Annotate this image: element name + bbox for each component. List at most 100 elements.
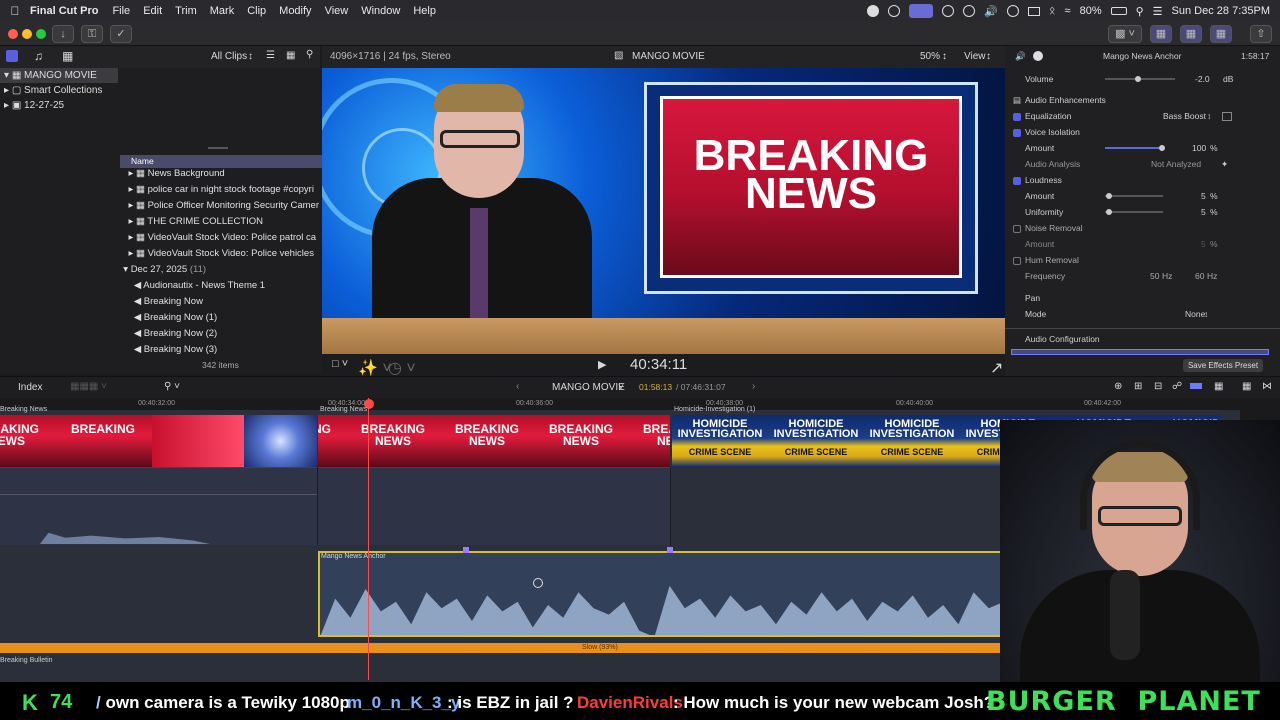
battery-icon[interactable] bbox=[1110, 7, 1127, 15]
voice-amount-slider[interactable] bbox=[1105, 147, 1163, 149]
menu-window[interactable]: Window bbox=[361, 5, 400, 17]
list-view-icon[interactable]: ☰ bbox=[266, 50, 275, 61]
timeline-index-toggle-icon[interactable]: ▦ bbox=[1242, 381, 1251, 392]
info-icon[interactable] bbox=[1006, 5, 1019, 17]
clock[interactable]: Sun Dec 28 7:35PM bbox=[1172, 5, 1270, 17]
freq-50-value[interactable]: 50 bbox=[1150, 268, 1159, 284]
loudness-knob[interactable] bbox=[1106, 193, 1112, 199]
library-item-mango-movie[interactable]: ▾ ▦ MANGO MOVIE bbox=[0, 68, 118, 83]
transform-icon[interactable]: □ ˅ bbox=[332, 358, 348, 370]
scroll-indicator[interactable] bbox=[208, 147, 228, 149]
clip-appearance-toggle-icon[interactable]: ▦ bbox=[1214, 381, 1223, 392]
hum-removal-checkbox[interactable] bbox=[1013, 252, 1025, 268]
enhance-icon[interactable]: ✨ ˅ bbox=[358, 358, 392, 378]
list-item[interactable]: ◀ Breaking Now bbox=[118, 294, 322, 310]
workspace-button[interactable]: ▩ ˅ bbox=[1108, 25, 1142, 43]
group-header[interactable]: ▾ Dec 27, 2025 (11) bbox=[118, 262, 322, 278]
fullscreen-icon[interactable]: ↗ bbox=[990, 358, 1003, 378]
connect-icon[interactable]: ⊕ bbox=[1114, 381, 1122, 392]
clip-audio-lane[interactable] bbox=[0, 467, 670, 545]
uniformity-slider[interactable] bbox=[1105, 211, 1163, 213]
save-effects-preset-button[interactable]: Save Effects Preset bbox=[1183, 359, 1263, 372]
freq-60-value[interactable]: 60 bbox=[1195, 268, 1204, 284]
loudness-checkbox[interactable] bbox=[1013, 172, 1025, 188]
voice-amount-knob[interactable] bbox=[1159, 145, 1165, 151]
menu-modify[interactable]: Modify bbox=[279, 5, 311, 17]
noise-amount-value[interactable]: 5 bbox=[1201, 236, 1206, 252]
list-icon[interactable] bbox=[942, 5, 955, 17]
view-menu[interactable]: View bbox=[964, 51, 986, 62]
uniformity-knob[interactable] bbox=[1106, 209, 1112, 215]
view-chevron-icon[interactable]: ↕ bbox=[986, 51, 991, 62]
volume-value[interactable]: -2.0 bbox=[1195, 71, 1210, 87]
menu-file[interactable]: File bbox=[112, 5, 130, 17]
zoom-tool-icon[interactable]: ⚲ ˅ bbox=[164, 381, 180, 392]
project-chevron-icon[interactable]: ˅ bbox=[618, 382, 624, 393]
list-item[interactable]: ◀ Breaking Now (2) bbox=[118, 326, 322, 342]
menu-view[interactable]: View bbox=[325, 5, 349, 17]
show-browser-button[interactable]: ▦ bbox=[1150, 25, 1172, 43]
library-item-smart-collections[interactable]: ▸ ▢ Smart Collections bbox=[0, 83, 118, 98]
loudness-amount-value[interactable]: 5 bbox=[1201, 188, 1206, 204]
edit-tools-icon[interactable]: ▦▦▦ ˅ bbox=[70, 381, 107, 392]
list-item[interactable]: ▸ ▦ VideoVault Stock Video: Police patro… bbox=[118, 230, 322, 246]
anchor-audio-clip[interactable]: Mango News Anchor bbox=[318, 551, 1078, 637]
bluetooth-icon[interactable]: ᛟ bbox=[1049, 5, 1056, 17]
timeline-ruler[interactable]: 00:40:32:00 00:40:34:00 00:40:36:00 00:4… bbox=[0, 398, 1240, 410]
filter-chevron-icon[interactable]: ↕ bbox=[248, 51, 253, 62]
playhead-line[interactable] bbox=[368, 398, 369, 680]
forward-arrow-icon[interactable]: › bbox=[752, 381, 755, 392]
list-item[interactable]: ◀ Audionautix - News Theme 1 bbox=[118, 278, 322, 294]
insert-icon[interactable]: ⊞ bbox=[1134, 381, 1142, 392]
titles-icon[interactable]: ▦ bbox=[62, 49, 73, 63]
video-clip-breaking-news-1[interactable]: BREAKING NEWS BREAKING bbox=[0, 415, 317, 467]
display-icon[interactable] bbox=[1027, 6, 1040, 16]
audio-meters-icon[interactable]: ⋈ bbox=[1262, 381, 1272, 392]
list-item[interactable]: ▸ ▦ News Background bbox=[118, 166, 322, 182]
anchor-clip-marker[interactable] bbox=[463, 547, 469, 553]
back-arrow-icon[interactable]: ‹ bbox=[516, 381, 519, 392]
magic-wand-icon[interactable]: ✦ bbox=[1221, 156, 1228, 172]
zoom-chevron-icon[interactable]: ↕ bbox=[942, 51, 947, 62]
list-item[interactable]: ▸ ▦ police car in night stock footage #c… bbox=[118, 182, 322, 198]
anchor-clip-marker[interactable] bbox=[667, 547, 673, 553]
append-icon[interactable]: ⊟ bbox=[1154, 381, 1162, 392]
viewer-canvas[interactable]: BREAKING NEWS bbox=[322, 68, 1005, 354]
control-center-icon[interactable]: ☰ bbox=[1153, 5, 1163, 18]
minimize-button[interactable] bbox=[22, 29, 32, 39]
libraries-icon[interactable] bbox=[6, 50, 18, 62]
zoom-dropdown[interactable]: 50% bbox=[920, 51, 940, 62]
search-icon[interactable]: ⚲ bbox=[1136, 5, 1144, 18]
list-item[interactable]: ▸ ▦ Police Officer Monitoring Security C… bbox=[118, 198, 322, 214]
menu-edit[interactable]: Edit bbox=[143, 5, 162, 17]
headphones-icon[interactable]: ☍ bbox=[1172, 381, 1182, 392]
clip-filter-dropdown[interactable]: All Clips bbox=[211, 51, 247, 62]
close-button[interactable] bbox=[8, 29, 18, 39]
noise-removal-checkbox[interactable] bbox=[1013, 220, 1025, 236]
sync-icon[interactable] bbox=[888, 5, 901, 17]
equalization-dropdown[interactable]: Bass Boost bbox=[1163, 108, 1206, 124]
library-item-event[interactable]: ▸ ▣ 12-27-25 bbox=[0, 98, 118, 113]
list-item[interactable]: ▸ ▦ VideoVault Stock Video: Police vehic… bbox=[118, 246, 322, 262]
equalization-checkbox[interactable] bbox=[1013, 108, 1025, 124]
control-center-highlight-icon[interactable] bbox=[909, 4, 934, 18]
list-item[interactable]: ◀ Breaking Now (3) bbox=[118, 342, 322, 358]
audio-volume-line[interactable] bbox=[0, 494, 318, 495]
menu-clip[interactable]: Clip bbox=[247, 5, 266, 17]
timeline-index-button[interactable]: Index bbox=[18, 382, 42, 393]
loudness-slider[interactable] bbox=[1105, 195, 1163, 197]
list-item[interactable]: ◀ Breaking Now (1) bbox=[118, 310, 322, 326]
play-icon[interactable] bbox=[963, 5, 976, 17]
audio-config-header[interactable]: Audio Configuration bbox=[1005, 331, 1280, 347]
pan-header[interactable]: Pan bbox=[1005, 290, 1280, 306]
info-tab-icon[interactable] bbox=[1033, 51, 1043, 61]
audio-config-selected-row[interactable] bbox=[1011, 349, 1269, 355]
import-button[interactable]: ↓ bbox=[52, 25, 74, 43]
enhancements-header[interactable]: ▤ Audio Enhancements bbox=[1005, 92, 1280, 108]
keywords-button[interactable]: ⚿ bbox=[81, 25, 103, 43]
list-item[interactable]: ▸ ▦ THE CRIME COLLECTION bbox=[118, 214, 322, 230]
apple-icon[interactable]:  bbox=[0, 4, 30, 18]
menu-trim[interactable]: Trim bbox=[175, 5, 197, 17]
pan-mode-dropdown[interactable]: None bbox=[1185, 306, 1205, 322]
timeline-project-name[interactable]: MANGO MOVIE bbox=[552, 382, 625, 393]
